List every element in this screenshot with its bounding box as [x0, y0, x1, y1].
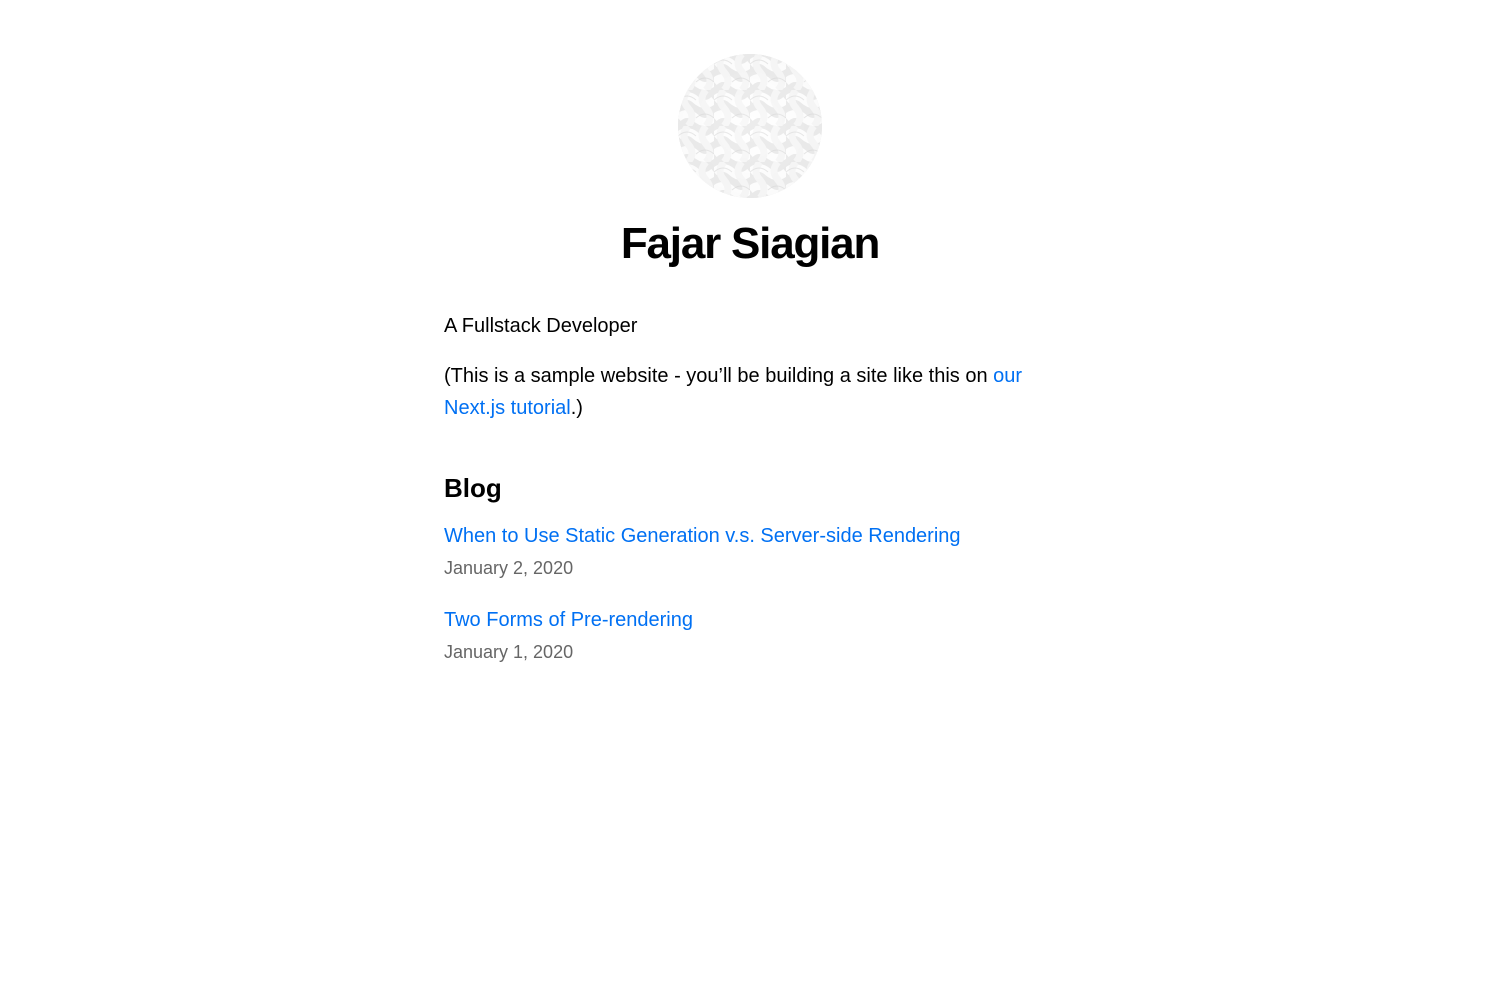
tutorial-note: (This is a sample website - you’ll be bu…: [444, 360, 1056, 424]
list-item: Two Forms of Pre-rendering January 1, 20…: [444, 604, 1056, 666]
intro-section: A Fullstack Developer (This is a sample …: [444, 310, 1056, 424]
note-suffix: .): [570, 397, 583, 419]
avatar: [678, 54, 822, 198]
post-date: January 1, 2020: [444, 642, 574, 662]
main-content: A Fullstack Developer (This is a sample …: [444, 310, 1056, 688]
blog-section: Blog When to Use Static Generation v.s. …: [444, 468, 1056, 666]
post-list: When to Use Static Generation v.s. Serve…: [444, 520, 1056, 666]
post-title-link[interactable]: When to Use Static Generation v.s. Serve…: [444, 520, 961, 552]
page-container: Fajar Siagian A Fullstack Developer (Thi…: [0, 0, 1500, 1000]
blog-heading: Blog: [444, 473, 502, 503]
list-item: When to Use Static Generation v.s. Serve…: [444, 520, 1056, 582]
post-title-link[interactable]: Two Forms of Pre-rendering: [444, 604, 693, 636]
page-title: Fajar Siagian: [620, 219, 880, 268]
woven-pattern-icon: [678, 54, 822, 198]
intro-text: A Fullstack Developer: [444, 315, 638, 337]
note-prefix: (This is a sample website - you’ll be bu…: [444, 365, 994, 387]
post-date: January 2, 2020: [444, 558, 574, 578]
